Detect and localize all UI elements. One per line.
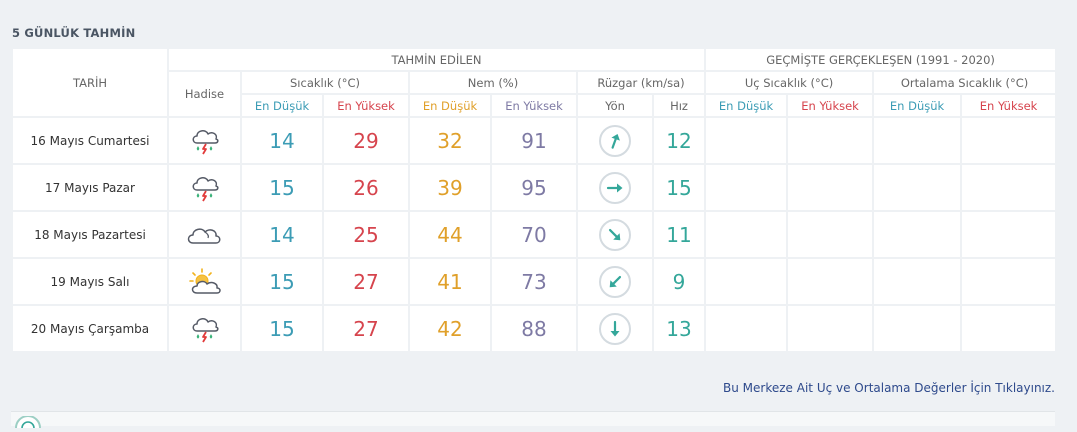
header-extreme-max: En Yüksek bbox=[786, 93, 875, 118]
wind-speed: 12 bbox=[651, 116, 707, 165]
wind-arrow-icon bbox=[599, 218, 631, 251]
header-ortalama-sicaklik: Ortalama Sıcaklık (°C) bbox=[872, 70, 1058, 95]
header-gecmiste-gerceklesen: GEÇMİŞTE GERÇEKLEŞEN (1991 - 2020) bbox=[704, 47, 1058, 72]
row-date: 17 Mayıs Pazar bbox=[11, 163, 169, 212]
header-extreme-min: En Düşük bbox=[704, 93, 789, 118]
temp-max: 27 bbox=[322, 304, 410, 353]
average-min-cell bbox=[872, 116, 963, 165]
temp-min: 15 bbox=[240, 304, 324, 353]
header-avg-min: En Düşük bbox=[872, 93, 963, 118]
forecast-table: TARİH TAHMİN EDİLEN GEÇMİŞTE GERÇEKLEŞEN… bbox=[11, 47, 1058, 353]
header-hadise: Hadise bbox=[167, 70, 242, 118]
average-max-cell bbox=[960, 116, 1058, 165]
row-date: 19 Mayıs Salı bbox=[11, 257, 169, 306]
temp-min: 15 bbox=[240, 163, 324, 212]
wind-arrow-icon bbox=[599, 312, 631, 345]
extreme-min-cell bbox=[704, 163, 789, 212]
average-max-cell bbox=[960, 163, 1058, 212]
average-max-cell bbox=[960, 210, 1058, 259]
extreme-min-cell bbox=[704, 210, 789, 259]
wind-arrow-icon bbox=[599, 171, 631, 204]
wind-direction bbox=[576, 163, 654, 212]
extreme-min-cell bbox=[704, 257, 789, 306]
cloudy-icon bbox=[167, 210, 242, 259]
section-title: 5 GÜNLÜK TAHMİN bbox=[12, 26, 136, 40]
humidity-min: 39 bbox=[408, 163, 492, 212]
temp-max: 26 bbox=[322, 163, 410, 212]
extreme-max-cell bbox=[786, 210, 875, 259]
temp-max: 27 bbox=[322, 257, 410, 306]
extreme-max-cell bbox=[786, 304, 875, 353]
extreme-min-cell bbox=[704, 116, 789, 165]
humidity-min: 42 bbox=[408, 304, 492, 353]
row-date: 20 Mayıs Çarşamba bbox=[11, 304, 169, 353]
thunderstorm-rain-icon bbox=[167, 163, 242, 212]
header-tarih: TARİH bbox=[11, 47, 169, 118]
humidity-min: 32 bbox=[408, 116, 492, 165]
table-row: 17 Mayıs Pazar 15 26 39 95 15 bbox=[11, 163, 1058, 212]
humidity-max: 95 bbox=[490, 163, 578, 212]
wind-speed: 13 bbox=[651, 304, 707, 353]
header-temp-min: En Düşük bbox=[240, 93, 324, 118]
header-temp-max: En Yüksek bbox=[322, 93, 410, 118]
table-row: 18 Mayıs Pazartesi 14 25 44 70 11 bbox=[11, 210, 1058, 259]
temp-min: 14 bbox=[240, 116, 324, 165]
header-sicaklik: Sıcaklık (°C) bbox=[240, 70, 410, 95]
average-min-cell bbox=[872, 163, 963, 212]
humidity-max: 88 bbox=[490, 304, 578, 353]
temp-max: 29 bbox=[322, 116, 410, 165]
thunderstorm-rain-icon bbox=[167, 116, 242, 165]
extremes-averages-link[interactable]: Bu Merkeze Ait Uç ve Ortalama Değerler İ… bbox=[723, 381, 1055, 395]
humidity-min: 44 bbox=[408, 210, 492, 259]
extreme-min-cell bbox=[704, 304, 789, 353]
header-uc-sicaklik: Uç Sıcaklık (°C) bbox=[704, 70, 875, 95]
average-max-cell bbox=[960, 304, 1058, 353]
header-nem: Nem (%) bbox=[408, 70, 578, 95]
header-ruzgar: Rüzgar (km/sa) bbox=[575, 70, 707, 95]
average-min-cell bbox=[872, 304, 963, 353]
partly-cloudy-icon bbox=[167, 257, 242, 306]
wind-arrow-icon bbox=[599, 265, 631, 298]
header-tahmin-edilen: TAHMİN EDİLEN bbox=[166, 47, 707, 72]
wind-speed: 11 bbox=[651, 210, 707, 259]
thunderstorm-rain-icon bbox=[167, 304, 242, 353]
table-row: 16 Mayıs Cumartesi 14 29 32 91 12 bbox=[11, 116, 1058, 165]
humidity-min: 41 bbox=[408, 257, 492, 306]
row-date: 18 Mayıs Pazartesi bbox=[11, 210, 169, 259]
header-hum-max: En Yüksek bbox=[490, 93, 578, 118]
average-min-cell bbox=[872, 257, 963, 306]
temp-min: 14 bbox=[240, 210, 324, 259]
wind-speed: 9 bbox=[651, 257, 707, 306]
extreme-max-cell bbox=[786, 257, 875, 306]
humidity-max: 70 bbox=[490, 210, 578, 259]
header-avg-max: En Yüksek bbox=[960, 93, 1058, 118]
wind-speed: 15 bbox=[651, 163, 707, 212]
wind-direction bbox=[576, 116, 654, 165]
wind-direction bbox=[576, 304, 654, 353]
header-hum-min: En Düşük bbox=[408, 93, 492, 118]
humidity-max: 91 bbox=[490, 116, 578, 165]
wind-arrow-icon bbox=[599, 124, 631, 157]
average-min-cell bbox=[872, 210, 963, 259]
temp-min: 15 bbox=[240, 257, 324, 306]
row-date: 16 Mayıs Cumartesi bbox=[11, 116, 169, 165]
header-wind-speed: Hız bbox=[651, 93, 707, 118]
average-max-cell bbox=[960, 257, 1058, 306]
wind-direction bbox=[576, 257, 654, 306]
header-wind-dir: Yön bbox=[576, 93, 654, 118]
extreme-max-cell bbox=[786, 116, 875, 165]
table-row: 20 Mayıs Çarşamba 15 27 42 88 13 bbox=[11, 304, 1058, 353]
next-panel bbox=[11, 411, 1055, 426]
extreme-max-cell bbox=[786, 163, 875, 212]
wind-direction bbox=[576, 210, 654, 259]
table-row: 19 Mayıs Salı 15 27 41 73 9 bbox=[11, 257, 1058, 306]
humidity-max: 73 bbox=[490, 257, 578, 306]
temp-max: 25 bbox=[322, 210, 410, 259]
